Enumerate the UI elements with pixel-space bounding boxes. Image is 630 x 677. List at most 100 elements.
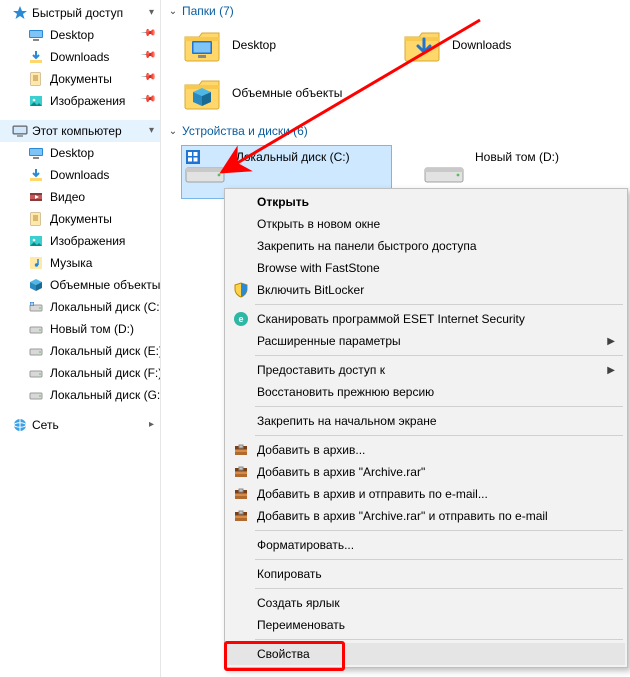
- context-menu-item[interactable]: Включить BitLocker: [227, 279, 625, 301]
- folder-label: Downloads: [452, 38, 511, 52]
- objects3d-icon: [28, 277, 44, 293]
- download-icon: [28, 167, 44, 183]
- nav-qa-item[interactable]: Desktop📌: [0, 24, 160, 46]
- section-header-folders[interactable]: ⌄ Папки (7): [164, 0, 630, 22]
- desktop-icon: [28, 145, 44, 161]
- nav-pc-item[interactable]: Downloads: [0, 164, 160, 186]
- context-menu-item[interactable]: Свойства: [227, 643, 625, 665]
- section-header-drives[interactable]: ⌄ Устройства и диски (6): [164, 120, 630, 142]
- menu-separator: [255, 588, 623, 589]
- chevron-down-icon: ▾: [149, 7, 154, 18]
- menu-separator: [255, 639, 623, 640]
- nav-pc-item[interactable]: Музыка: [0, 252, 160, 274]
- menu-separator: [255, 355, 623, 356]
- document-icon: [28, 71, 44, 87]
- nav-pc-item[interactable]: Локальный диск (E:): [0, 340, 160, 362]
- folder-tile[interactable]: Desktop: [182, 24, 392, 66]
- chevron-down-icon: ▾: [149, 125, 154, 136]
- menu-item-label: Закрепить на панели быстрого доступа: [257, 239, 477, 253]
- menu-item-label: Добавить в архив "Archive.rar": [257, 465, 425, 479]
- context-menu-item[interactable]: Восстановить прежнюю версию: [227, 381, 625, 403]
- nav-pc-item[interactable]: Локальный диск (F:): [0, 362, 160, 384]
- context-menu-item[interactable]: Расширенные параметры▶: [227, 330, 625, 352]
- nav-qa-item[interactable]: Изображения📌: [0, 90, 160, 112]
- folder-tile[interactable]: Объемные объекты: [182, 72, 392, 114]
- nav-pc-item[interactable]: Видео: [0, 186, 160, 208]
- desktop-large-icon: [182, 25, 222, 65]
- section-title: Устройства и диски (6): [182, 124, 308, 138]
- folder-label: Объемные объекты: [232, 86, 342, 100]
- shield-icon: [233, 282, 249, 298]
- context-menu-item[interactable]: Добавить в архив "Archive.rar": [227, 461, 625, 483]
- eset-icon: e: [233, 311, 249, 327]
- document-icon: [28, 211, 44, 227]
- pin-icon: 📌: [139, 25, 156, 42]
- nav-this-pc-header[interactable]: Этот компьютер ▾: [0, 120, 160, 142]
- context-menu-item[interactable]: Открыть в новом окне: [227, 213, 625, 235]
- context-menu-item[interactable]: Предоставить доступ к▶: [227, 359, 625, 381]
- context-menu-item[interactable]: Закрепить на начальном экране: [227, 410, 625, 432]
- nav-pc-item[interactable]: Документы: [0, 208, 160, 230]
- drive-icon: [28, 321, 44, 337]
- nav-pane: Быстрый доступ ▾ Desktop📌Downloads📌Докум…: [0, 0, 161, 677]
- nav-pc-item[interactable]: Локальный диск (G:): [0, 384, 160, 406]
- menu-separator: [255, 406, 623, 407]
- nav-item-label: Локальный диск (F:): [50, 366, 160, 380]
- menu-item-label: Добавить в архив и отправить по e-mail..…: [257, 487, 488, 501]
- menu-item-label: Восстановить прежнюю версию: [257, 385, 434, 399]
- nav-pc-item[interactable]: Desktop: [0, 142, 160, 164]
- nav-quick-access-header[interactable]: Быстрый доступ ▾: [0, 2, 160, 24]
- nav-qa-item[interactable]: Документы 📌: [0, 68, 160, 90]
- nav-item-label: Локальный диск (C:): [50, 300, 160, 314]
- context-menu-item[interactable]: Добавить в архив...: [227, 439, 625, 461]
- pin-icon: 📌: [139, 69, 156, 86]
- context-menu-item[interactable]: Копировать: [227, 563, 625, 585]
- pictures-icon: [28, 93, 44, 109]
- context-menu-item[interactable]: Создать ярлык: [227, 592, 625, 614]
- network-icon: [12, 417, 28, 433]
- menu-item-label: Создать ярлык: [257, 596, 340, 610]
- submenu-arrow-icon: ▶: [607, 336, 615, 347]
- nav-qa-item[interactable]: Downloads📌: [0, 46, 160, 68]
- rar-icon: [233, 464, 249, 480]
- star-icon: [12, 5, 28, 21]
- menu-item-label: Открыть в новом окне: [257, 217, 380, 231]
- menu-item-label: Открыть: [257, 195, 309, 209]
- nav-pc-item[interactable]: Изображения: [0, 230, 160, 252]
- nav-item-label: Изображения: [50, 234, 125, 248]
- download-icon: [28, 49, 44, 65]
- context-menu-item[interactable]: e Сканировать программой ESET Internet Se…: [227, 308, 625, 330]
- context-menu: Открыть Открыть в новом окне Закрепить на …: [224, 188, 628, 668]
- drive-label: Локальный диск (C:): [236, 150, 350, 164]
- download-large-icon: [402, 25, 442, 65]
- context-menu-item[interactable]: Переименовать: [227, 614, 625, 636]
- context-menu-item[interactable]: Добавить в архив "Archive.rar" и отправи…: [227, 505, 625, 527]
- folder-tile[interactable]: Downloads: [402, 24, 612, 66]
- context-menu-item[interactable]: Закрепить на панели быстрого доступа: [227, 235, 625, 257]
- nav-item-label: Объемные объекты: [50, 278, 160, 292]
- context-menu-item[interactable]: Добавить в архив и отправить по e-mail..…: [227, 483, 625, 505]
- menu-separator: [255, 559, 623, 560]
- pin-icon: 📌: [139, 47, 156, 64]
- nav-this-pc-label: Этот компьютер: [32, 124, 122, 138]
- svg-text:e: e: [238, 314, 243, 324]
- nav-network-header[interactable]: Сеть ▸: [0, 414, 160, 436]
- rar-icon: [233, 508, 249, 524]
- context-menu-item[interactable]: Открыть: [227, 191, 625, 213]
- menu-separator: [255, 435, 623, 436]
- nav-pc-item[interactable]: Объемные объекты: [0, 274, 160, 296]
- computer-icon: [12, 123, 28, 139]
- context-menu-item[interactable]: Форматировать...: [227, 534, 625, 556]
- context-menu-item[interactable]: Browse with FastStone: [227, 257, 625, 279]
- nav-pc-item[interactable]: Новый том (D:): [0, 318, 160, 340]
- rar-icon: [233, 442, 249, 458]
- drive-icon: [28, 365, 44, 381]
- nav-pc-item[interactable]: Локальный диск (C:): [0, 296, 160, 318]
- nav-item-label: Локальный диск (G:): [50, 388, 160, 402]
- menu-item-label: Форматировать...: [257, 538, 354, 552]
- menu-item-label: Сканировать программой ESET Internet Sec…: [257, 312, 525, 326]
- music-icon: [28, 255, 44, 271]
- menu-item-label: Добавить в архив "Archive.rar" и отправи…: [257, 509, 548, 523]
- drive-large-icon: [423, 152, 465, 184]
- nav-item-label: Документы: [50, 72, 112, 86]
